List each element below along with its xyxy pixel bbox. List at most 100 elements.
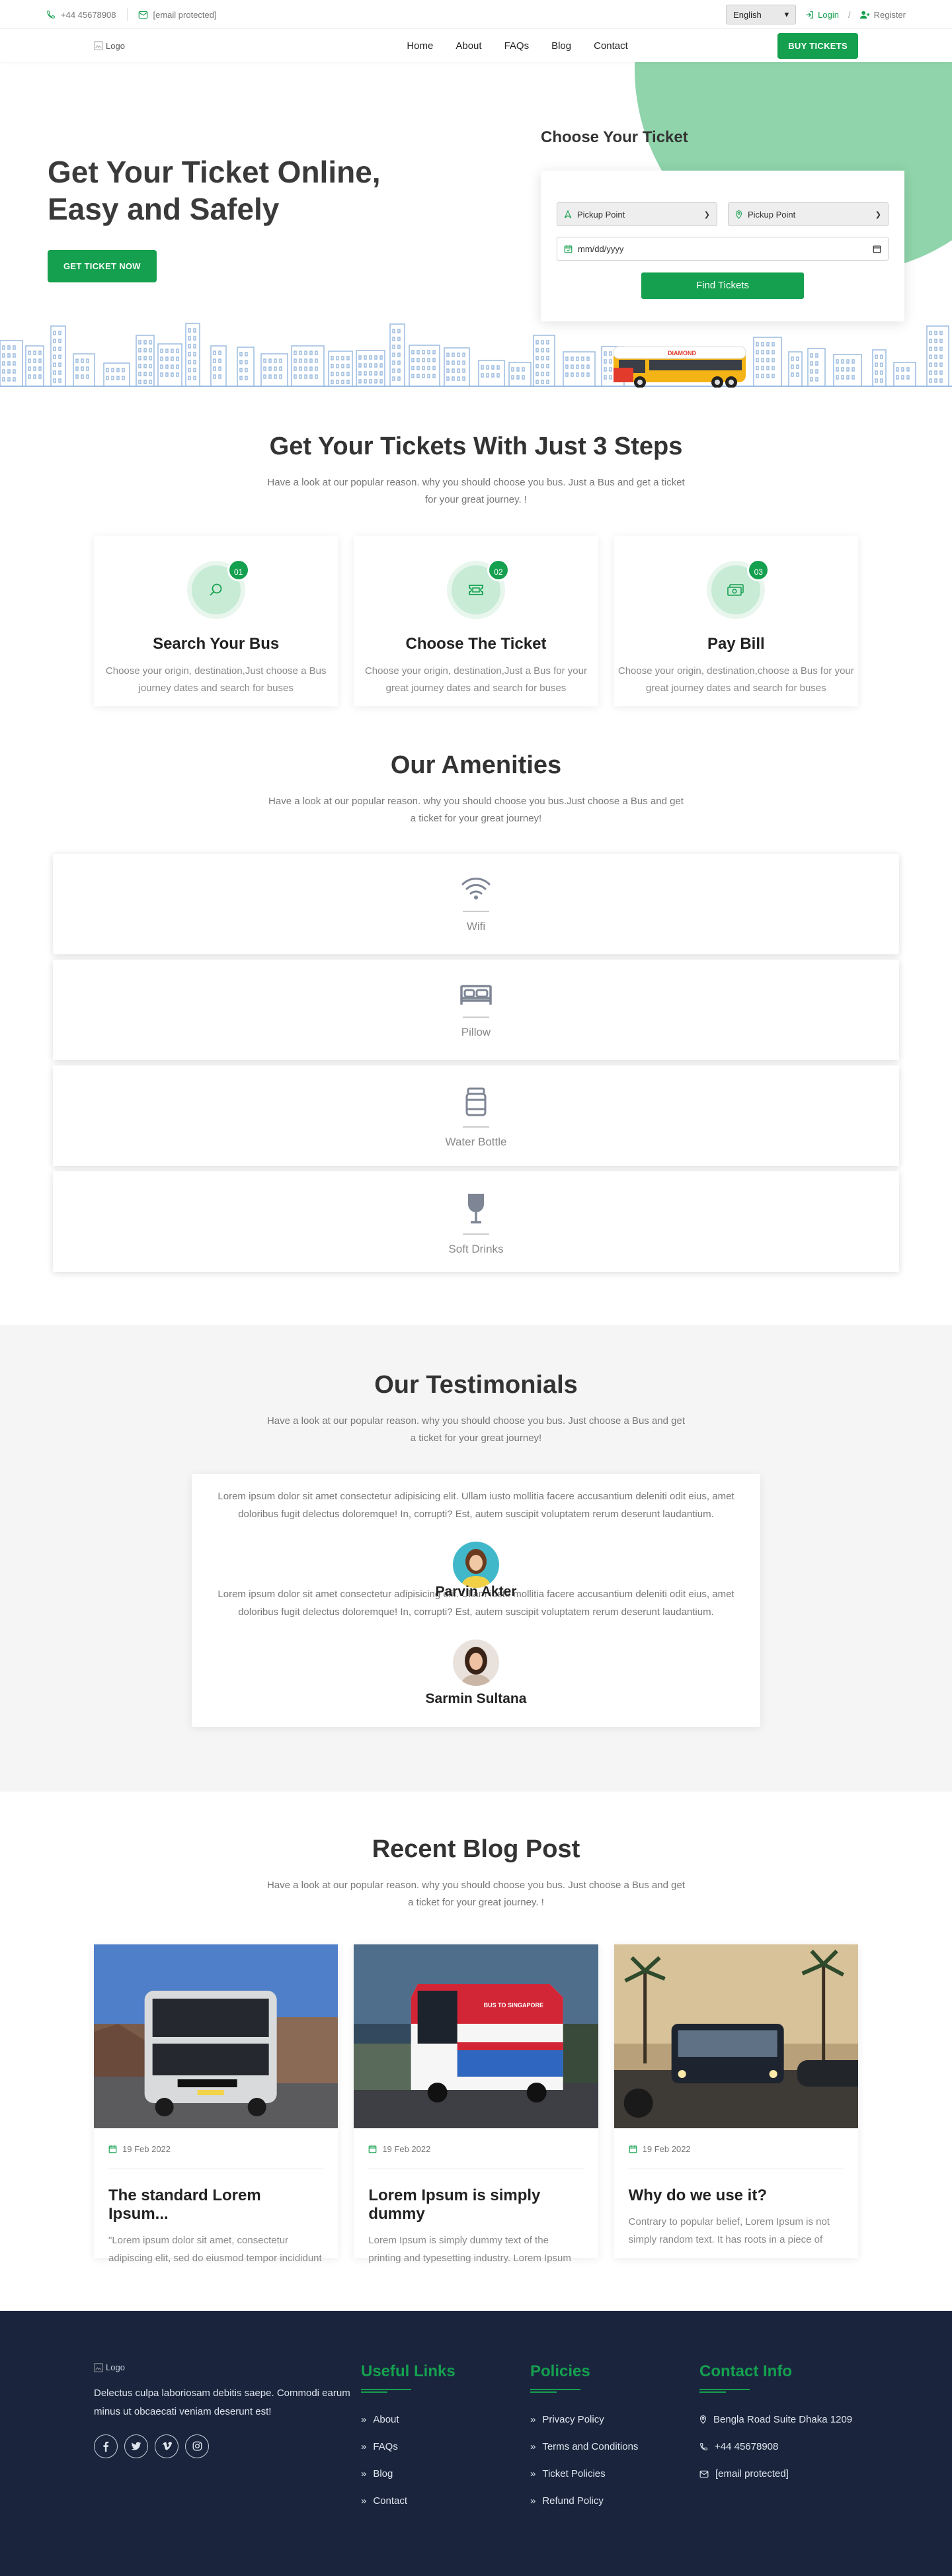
pickup-point-select-2[interactable]: Pickup Point ❯ bbox=[728, 202, 889, 226]
footer-phone[interactable]: +44 45678908 bbox=[699, 2441, 869, 2452]
divider bbox=[463, 1233, 489, 1235]
testimonial-name: Sarmin Sultana bbox=[425, 1690, 527, 1706]
calendar-icon[interactable] bbox=[873, 245, 881, 253]
steps-title: Get Your Tickets With Just 3 Steps bbox=[269, 433, 683, 460]
heading-underline bbox=[530, 2389, 580, 2393]
register-link[interactable]: Register bbox=[859, 10, 906, 20]
nav-item-contact[interactable]: Contact bbox=[594, 40, 628, 52]
footer-policies: Policies » Privacy Policy » Terms and Cond… bbox=[530, 2362, 699, 2522]
post-title[interactable]: The standard Lorem Ipsum... bbox=[108, 2186, 323, 2223]
nav-item-blog[interactable]: Blog bbox=[551, 40, 571, 52]
avatar bbox=[453, 1541, 499, 1588]
calendar-icon bbox=[629, 2145, 637, 2153]
language-select[interactable]: English ▾ bbox=[726, 5, 797, 24]
nav-item-home[interactable]: Home bbox=[407, 40, 433, 52]
post-title[interactable]: Lorem Ipsum is simply dummy bbox=[368, 2186, 583, 2223]
footer-link-contact[interactable]: » Contact bbox=[361, 2495, 530, 2507]
footer-link-refund-policy[interactable]: » Refund Policy bbox=[530, 2495, 699, 2507]
blog-post-image[interactable]: BUS TO SINGAPORE bbox=[354, 1944, 598, 2128]
footer-heading: Policies bbox=[530, 2362, 590, 2380]
footer-contact-info: Contact Info Bengla Road Suite Dhaka 120… bbox=[699, 2362, 869, 2522]
blog-post-card[interactable]: 19 Feb 2022 Why do we use it? Contrary t… bbox=[614, 1944, 858, 2258]
footer-link-label: About bbox=[373, 2414, 399, 2425]
double-chevron-icon: » bbox=[530, 2495, 536, 2507]
divider bbox=[126, 8, 128, 21]
bed-icon bbox=[460, 985, 492, 1005]
step-text: Choose your origin, destination,Just cho… bbox=[105, 665, 327, 694]
email-contact[interactable]: [email protected] bbox=[138, 10, 217, 20]
footer-logo[interactable]: Logo bbox=[94, 2362, 361, 2372]
logo-alt-text: Logo bbox=[106, 40, 125, 51]
footer-link-about[interactable]: » About bbox=[361, 2414, 530, 2425]
pickup-point-value-2: Pickup Point bbox=[748, 209, 796, 220]
blog-post-image[interactable] bbox=[94, 1944, 338, 2128]
email-text: [email protected] bbox=[153, 9, 217, 20]
testimonial-text: Lorem ipsum dolor sit amet consectetur a… bbox=[218, 1490, 734, 1520]
social-links bbox=[94, 2434, 361, 2458]
double-chevron-icon: » bbox=[361, 2441, 367, 2452]
step-title: Choose The Ticket bbox=[405, 634, 547, 653]
post-excerpt: Contrary to popular belief, Lorem Ipsum … bbox=[628, 2216, 830, 2245]
chevron-down-icon: ▾ bbox=[784, 9, 789, 19]
login-label: Login bbox=[818, 9, 839, 20]
footer-link-blog[interactable]: » Blog bbox=[361, 2468, 530, 2479]
pickup-point-value-1: Pickup Point bbox=[577, 209, 625, 220]
location-pin-icon bbox=[735, 210, 742, 219]
nav-item-faqs[interactable]: FAQs bbox=[504, 40, 530, 52]
nav-item-about[interactable]: About bbox=[456, 40, 481, 52]
facebook-icon[interactable] bbox=[94, 2434, 118, 2458]
journey-date-input[interactable]: mm/dd/yyyy bbox=[557, 237, 889, 261]
bottle-icon bbox=[465, 1087, 487, 1116]
footer-link-ticket-policies[interactable]: » Ticket Policies bbox=[530, 2468, 699, 2479]
post-title[interactable]: Why do we use it? bbox=[629, 2186, 844, 2205]
login-link[interactable]: Login bbox=[805, 10, 839, 20]
blog-subtitle: Have a look at our popular reason. why y… bbox=[266, 1879, 686, 1908]
steps-subtitle: Have a look at our popular reason. why y… bbox=[267, 477, 685, 506]
step-icon-circle: 03 bbox=[707, 558, 770, 619]
amenity-label: Water Bottle bbox=[445, 1136, 507, 1148]
double-chevron-icon: » bbox=[361, 2414, 367, 2425]
blog-post-image[interactable] bbox=[614, 1944, 858, 2128]
post-date-text: 19 Feb 2022 bbox=[382, 2144, 431, 2154]
broken-image-icon bbox=[94, 2362, 103, 2372]
footer-about: Logo Delectus culpa laboriosam debitis s… bbox=[46, 2362, 361, 2522]
footer-link-privacy-policy[interactable]: » Privacy Policy bbox=[530, 2414, 699, 2425]
post-date: 19 Feb 2022 bbox=[368, 2144, 584, 2169]
footer-link-label: FAQs bbox=[373, 2441, 398, 2452]
steps-section: Get Your Tickets With Just 3 Steps Have … bbox=[0, 388, 952, 706]
calendar-icon bbox=[108, 2145, 117, 2153]
footer-about-text: Delectus culpa laboriosam debitis saepe.… bbox=[94, 2388, 350, 2417]
footer-link-label: Refund Policy bbox=[542, 2495, 604, 2507]
buy-tickets-button[interactable]: BUY TICKETS bbox=[777, 32, 858, 59]
logo[interactable]: Logo bbox=[94, 41, 125, 51]
testimonials-subtitle: Have a look at our popular reason. why y… bbox=[266, 1415, 686, 1444]
double-chevron-icon: » bbox=[361, 2468, 367, 2479]
post-date-text: 19 Feb 2022 bbox=[122, 2144, 171, 2154]
blog-post-card[interactable]: BUS TO SINGAPORE 19 Feb 2022 Lorem Ipsum… bbox=[354, 1944, 598, 2264]
get-ticket-button[interactable]: GET TICKET NOW bbox=[48, 250, 157, 282]
footer-link-label: Privacy Policy bbox=[542, 2414, 604, 2425]
testimonial-item: Lorem ipsum dolor sit amet consectetur a… bbox=[212, 1585, 740, 1707]
post-date-text: 19 Feb 2022 bbox=[642, 2144, 691, 2154]
post-excerpt: Lorem Ipsum is simply dummy text of the … bbox=[368, 2235, 571, 2264]
blog-post-card[interactable]: 19 Feb 2022 The standard Lorem Ipsum... … bbox=[94, 1944, 338, 2264]
vimeo-icon[interactable] bbox=[155, 2434, 178, 2458]
phone-contact[interactable]: +44 45678908 bbox=[46, 10, 116, 20]
glass-icon bbox=[468, 1194, 484, 1224]
language-value: English bbox=[733, 9, 762, 20]
amenity-card: Water Bottle bbox=[53, 1065, 899, 1166]
instagram-icon[interactable] bbox=[185, 2434, 209, 2458]
twitter-icon[interactable] bbox=[124, 2434, 148, 2458]
ticket-icon bbox=[469, 584, 483, 595]
footer-link-label: Contact bbox=[373, 2495, 408, 2507]
footer-phone-text: +44 45678908 bbox=[715, 2441, 779, 2452]
divider bbox=[463, 1126, 489, 1128]
phone-icon bbox=[700, 2443, 707, 2450]
footer-link-terms[interactable]: » Terms and Conditions bbox=[530, 2441, 699, 2452]
find-tickets-button[interactable]: Find Tickets bbox=[641, 272, 804, 299]
phone-text: +44 45678908 bbox=[61, 9, 116, 20]
chevron-down-icon: ❯ bbox=[703, 210, 710, 219]
footer-link-faqs[interactable]: » FAQs bbox=[361, 2441, 530, 2452]
pickup-point-select-1[interactable]: Pickup Point ❯ bbox=[557, 202, 717, 226]
footer-email[interactable]: [email protected] bbox=[699, 2468, 869, 2479]
